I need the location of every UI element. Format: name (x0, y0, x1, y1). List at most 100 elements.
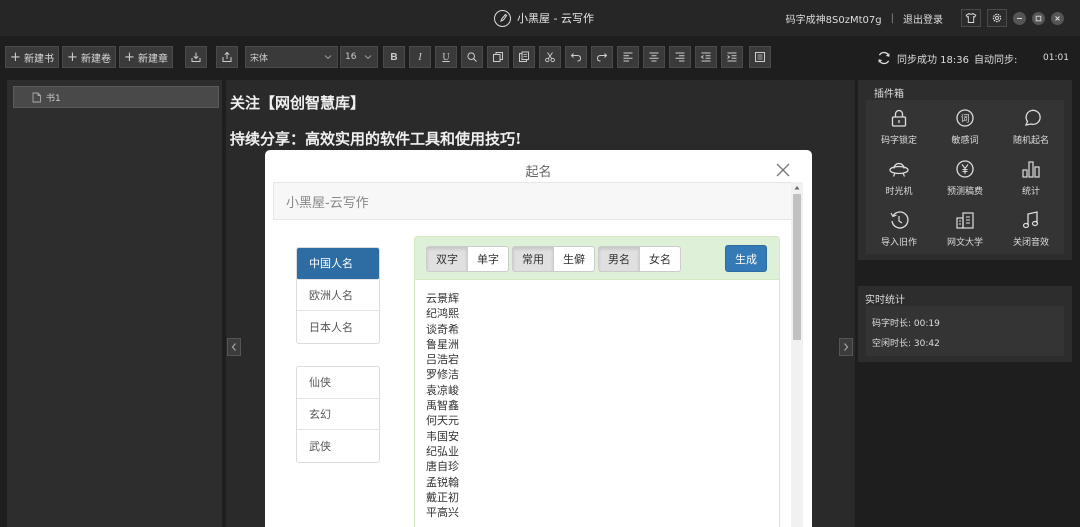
maximize-icon[interactable] (1032, 11, 1045, 25)
settings-gear-icon[interactable] (987, 9, 1007, 27)
category-xianxia[interactable]: 仙侠 (297, 367, 379, 399)
copy-icon[interactable] (487, 46, 509, 68)
underline-button[interactable]: U (435, 46, 457, 68)
book-item[interactable]: 书1 (13, 86, 219, 108)
option-common[interactable]: 常用 (512, 246, 554, 272)
gender-toggle: 男名 女名 (598, 246, 681, 272)
plugin-random-name[interactable]: 随机起名 (998, 102, 1064, 153)
option-single-char[interactable]: 单字 (467, 246, 509, 272)
category-xuanhuan[interactable]: 玄幻 (297, 399, 379, 430)
list-item[interactable]: 罗修洁 (426, 367, 546, 382)
session-timer: 01:01 (1043, 53, 1069, 63)
logout-link[interactable]: 退出登录 (903, 11, 943, 26)
plugin-grid: 码字锁定 词 敏感词 随机起名 时光机 预测稿费 统计 导入旧作 网文大学 关闭… (866, 100, 1064, 254)
scroll-up-icon[interactable] (794, 185, 800, 190)
indent-decrease-icon[interactable] (695, 46, 717, 68)
list-item[interactable]: 袁凉峻 (426, 383, 546, 398)
prev-chapter-icon[interactable] (227, 338, 241, 356)
list-item[interactable]: 唐自珍 (426, 459, 546, 474)
plus-icon: + (67, 49, 78, 65)
export-icon[interactable] (216, 46, 238, 68)
dialog-scrollbar[interactable] (791, 182, 803, 527)
redo-icon[interactable] (591, 46, 613, 68)
stats-box: 码字时长: 00:19 空闲时长: 30:42 (866, 306, 1064, 356)
option-double-char[interactable]: 双字 (426, 246, 468, 272)
list-item[interactable]: 谈奇希 (426, 322, 546, 337)
align-right-icon[interactable] (669, 46, 691, 68)
naming-dialog: 起名 小黑屋-云写作 中国人名 欧洲人名 日本人名 仙侠 玄幻 武侠 双字 单字 (265, 150, 812, 527)
list-item[interactable]: 韦国安 (426, 429, 546, 444)
new-volume-button[interactable]: + 新建卷 (62, 46, 116, 68)
plugin-label: 敏感词 (951, 136, 979, 146)
building-icon (956, 212, 974, 229)
name-generator-panel: 双字 单字 常用 生僻 男名 女名 生成 云景辉 纪鸿熙 谈奇希 鲁星洲 吕浩宕 (414, 236, 780, 527)
idle-time: 空闲时长: 30:42 (872, 339, 940, 349)
history-import-icon (890, 211, 909, 229)
underline-label: U (442, 51, 450, 63)
typeset-icon[interactable] (749, 46, 771, 68)
theme-shirt-icon[interactable] (961, 9, 981, 27)
plugin-import-old[interactable]: 导入旧作 (866, 204, 932, 255)
option-rare[interactable]: 生僻 (553, 246, 595, 272)
new-chapter-label: 新建章 (137, 53, 168, 65)
bold-button[interactable]: B (383, 46, 405, 68)
yen-coin-icon (956, 160, 974, 178)
paste-icon[interactable] (513, 46, 535, 68)
font-size-select[interactable]: 16 (340, 46, 378, 68)
ufo-icon (889, 162, 909, 177)
list-item[interactable]: 平高兴 (426, 505, 546, 520)
plugin-sensitive-word[interactable]: 词 敏感词 (932, 102, 998, 153)
search-icon[interactable] (461, 46, 483, 68)
list-item[interactable]: 纪弘业 (426, 444, 546, 459)
category-european-names[interactable]: 欧洲人名 (297, 280, 379, 311)
indent-increase-icon[interactable] (721, 46, 743, 68)
user-id[interactable]: 码字成神8S0zMt07g (786, 11, 882, 26)
plugin-box-title: 插件箱 (874, 89, 904, 100)
minimize-icon[interactable] (1013, 11, 1026, 25)
next-chapter-icon[interactable] (839, 338, 853, 356)
category-wuxia[interactable]: 武侠 (297, 430, 379, 462)
option-male[interactable]: 男名 (598, 246, 640, 272)
close-icon[interactable] (775, 162, 791, 178)
list-item[interactable]: 云景辉 (426, 291, 546, 306)
generate-button[interactable]: 生成 (725, 245, 767, 272)
book-tree-panel: 书1 (7, 80, 222, 527)
close-icon[interactable] (1051, 11, 1064, 25)
plugin-statistics[interactable]: 统计 (998, 153, 1064, 204)
new-book-button[interactable]: + 新建书 (5, 46, 59, 68)
import-icon[interactable] (185, 46, 207, 68)
new-chapter-button[interactable]: + 新建章 (119, 46, 173, 68)
category-chinese-names[interactable]: 中国人名 (297, 248, 379, 280)
plugin-predict-fee[interactable]: 预测稿费 (932, 153, 998, 204)
list-item[interactable]: 何天元 (426, 413, 546, 428)
font-family-select[interactable]: 宋体 (245, 46, 338, 68)
italic-button[interactable]: I (409, 46, 431, 68)
title-separator: | (890, 12, 894, 24)
chevron-down-icon (364, 55, 372, 60)
plugin-web-novel-university[interactable]: 网文大学 (932, 204, 998, 255)
list-item[interactable]: 纪鸿熙 (426, 306, 546, 321)
list-item[interactable]: 鲁星洲 (426, 337, 546, 352)
plugin-mute-sound[interactable]: 关闭音效 (998, 204, 1064, 255)
list-item[interactable]: 禹智鑫 (426, 398, 546, 413)
plugin-typing-lock[interactable]: 码字锁定 (866, 102, 932, 153)
auto-sync-label[interactable]: 自动同步: (974, 51, 1017, 66)
align-center-icon[interactable] (643, 46, 665, 68)
svg-text:词: 词 (960, 114, 969, 125)
plugin-label: 随机起名 (1012, 136, 1049, 146)
align-left-icon[interactable] (617, 46, 639, 68)
app-title-group: 小黑屋 - 云写作 (494, 8, 594, 28)
list-item[interactable]: 戴正初 (426, 490, 546, 505)
sync-icon[interactable] (876, 50, 892, 66)
bar-chart-icon (1022, 161, 1040, 178)
font-family-value: 宋体 (250, 53, 269, 64)
cut-icon[interactable] (539, 46, 561, 68)
list-item[interactable]: 吕浩宕 (426, 352, 546, 367)
plugin-label: 码字锁定 (880, 136, 917, 146)
list-item[interactable]: 孟锐翰 (426, 475, 546, 490)
option-female[interactable]: 女名 (639, 246, 681, 272)
scroll-thumb[interactable] (793, 194, 801, 340)
undo-icon[interactable] (565, 46, 587, 68)
category-japanese-names[interactable]: 日本人名 (297, 311, 379, 343)
plugin-time-machine[interactable]: 时光机 (866, 153, 932, 204)
